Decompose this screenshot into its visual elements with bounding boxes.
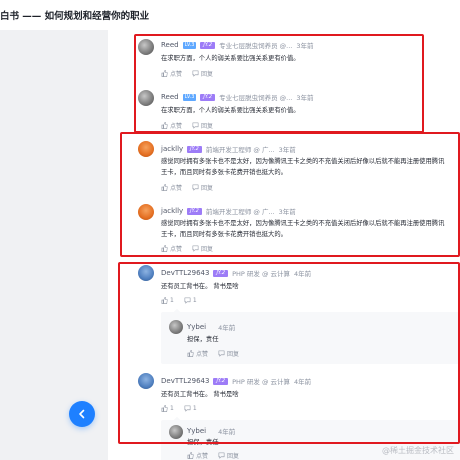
page-title: 白书 —— 如何规划和经营你的职业 (0, 11, 150, 22)
top-bar: 白书 —— 如何规划和经营你的职业 (0, 0, 460, 30)
back-button[interactable] (69, 401, 95, 427)
reply-label: 回复 (227, 453, 240, 460)
reply-button[interactable]: 回复 (218, 451, 239, 460)
chevron-left-icon (79, 409, 85, 419)
like-label: 点赞 (196, 453, 209, 460)
highlight-box (118, 262, 460, 444)
highlight-box (134, 34, 424, 133)
left-sidebar (0, 30, 108, 460)
like-button[interactable]: 点赞 (187, 451, 208, 460)
highlight-box (120, 132, 460, 257)
watermark: @稀土掘金技术社区 (382, 446, 454, 455)
thumb-up-icon (187, 452, 194, 459)
comment-icon (218, 452, 225, 459)
